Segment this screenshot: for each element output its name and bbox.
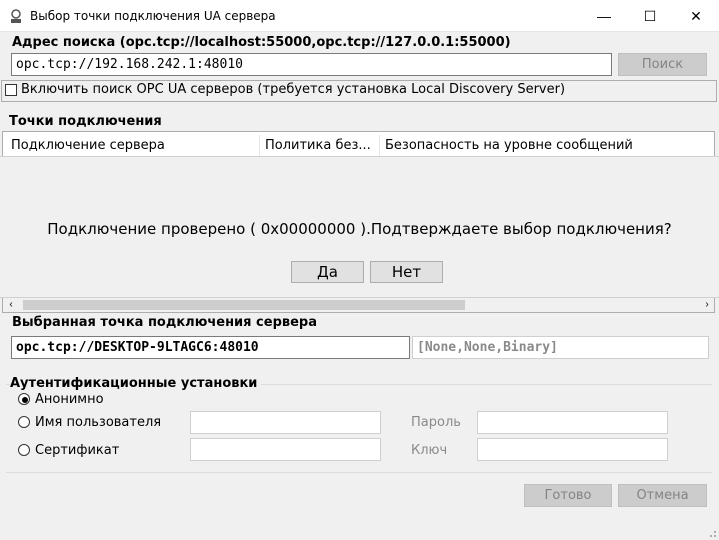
certificate-field[interactable]: [190, 438, 381, 461]
resize-grip-icon[interactable]: [705, 526, 717, 538]
opc-app-icon: [11, 9, 21, 23]
anonymous-radio[interactable]: [18, 393, 30, 405]
minimize-button[interactable]: —: [581, 0, 627, 32]
window-title: Выбор точки подключения UA сервера: [30, 9, 276, 23]
no-button[interactable]: Нет: [370, 261, 443, 283]
auth-group-bottom-line: [6, 472, 712, 473]
username-field[interactable]: [190, 411, 381, 434]
column-header-policy[interactable]: Политика без...: [260, 135, 380, 157]
scroll-thumb[interactable]: [23, 300, 465, 310]
column-header-endpoint[interactable]: Подключение сервера: [6, 135, 260, 157]
ok-button[interactable]: Готово: [524, 484, 612, 507]
username-label: Имя пользователя: [35, 415, 162, 430]
close-button[interactable]: ✕: [673, 0, 719, 32]
selected-endpoint-label: Выбранная точка подключения сервера: [12, 315, 317, 330]
title-bar: Выбор точки подключения UA сервера — ☐ ✕: [0, 0, 719, 32]
anonymous-label: Анонимно: [35, 392, 104, 407]
key-field[interactable]: [477, 438, 668, 461]
password-label: Пароль: [411, 415, 461, 430]
confirm-message: Подключение проверено ( 0x00000000 ).Под…: [47, 220, 672, 238]
search-address-label: Адрес поиска (opc.tcp://localhost:55000,…: [12, 35, 511, 50]
discovery-checkbox[interactable]: [5, 84, 17, 96]
confirm-dialog: Подключение проверено ( 0x00000000 ).Под…: [0, 156, 719, 298]
endpoints-scrollbar[interactable]: ‹ ›: [2, 298, 715, 313]
auth-settings-label: Аутентификационные установки: [10, 376, 262, 391]
username-radio[interactable]: [18, 416, 30, 428]
endpoints-table[interactable]: Подключение сервера Политика без... Безо…: [2, 131, 715, 157]
endpoints-label: Точки подключения: [9, 114, 162, 129]
selected-security-field: [None,None,Binary]: [412, 336, 709, 359]
scroll-right-icon[interactable]: ›: [699, 298, 715, 312]
cancel-button[interactable]: Отмена: [618, 484, 707, 507]
search-button[interactable]: Поиск: [618, 53, 707, 76]
search-address-input[interactable]: opc.tcp://192.168.242.1:48010: [11, 53, 612, 76]
certificate-label: Сертификат: [35, 443, 120, 458]
yes-button[interactable]: Да: [291, 261, 364, 283]
selected-endpoint-field[interactable]: opc.tcp://DESKTOP-9LTAGC6:48010: [11, 336, 410, 359]
certificate-radio[interactable]: [18, 444, 30, 456]
scroll-left-icon[interactable]: ‹: [3, 298, 19, 312]
discovery-checkbox-label: Включить поиск OPC UA серверов (требуетс…: [21, 82, 566, 97]
column-header-security[interactable]: Безопасность на уровне сообщений: [380, 135, 714, 157]
maximize-button[interactable]: ☐: [627, 0, 673, 32]
key-label: Ключ: [411, 443, 448, 458]
password-field[interactable]: [477, 411, 668, 434]
